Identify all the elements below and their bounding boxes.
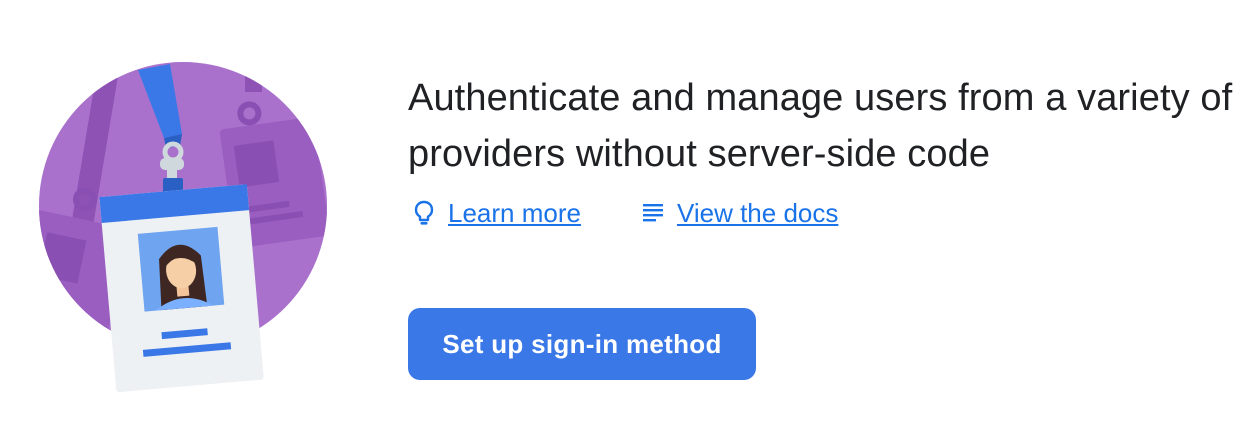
auth-empty-state-card: Authenticate and manage users from a var… (0, 0, 1252, 436)
resource-links: Learn more View the docs (410, 195, 838, 231)
page-headline: Authenticate and manage users from a var… (408, 77, 1233, 175)
learn-more-label: Learn more (448, 198, 581, 228)
id-badge-card (99, 184, 264, 392)
lightbulb-icon (410, 199, 438, 227)
learn-more-link[interactable]: Learn more (410, 197, 581, 229)
id-badge-illustration (39, 62, 327, 392)
view-docs-link[interactable]: View the docs (639, 197, 838, 229)
view-docs-label: View the docs (676, 198, 839, 228)
setup-sign-in-method-button[interactable]: Set up sign-in method (408, 308, 756, 380)
docs-lines-icon (639, 199, 667, 227)
